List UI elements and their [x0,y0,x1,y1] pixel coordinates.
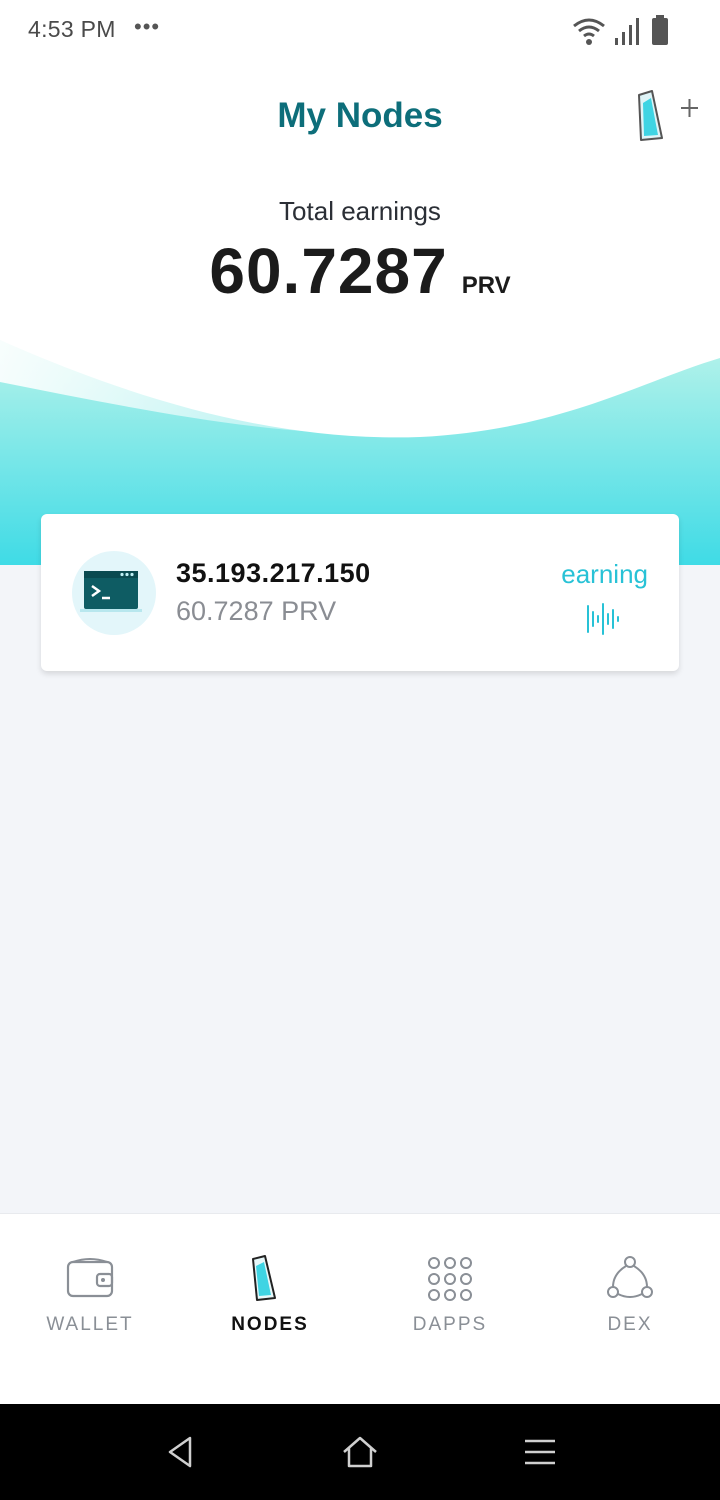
notification-dots: ••• [134,14,161,39]
back-icon[interactable] [156,1428,204,1476]
node-avatar [72,551,156,635]
add-node-button[interactable] [634,88,704,146]
add-node-icon [638,90,698,141]
home-icon[interactable] [336,1428,384,1476]
nav-nodes[interactable]: NODES [180,1214,360,1405]
status-time: 4:53 PM [28,16,116,42]
bottom-nav: WALLET NODES DAPPS DEX [0,1213,720,1405]
node-status: earning [561,559,648,589]
page-title: My Nodes [277,96,443,135]
node-icon [252,1255,276,1301]
status-bar: 4:53 PM ••• [0,0,720,62]
nav-wallet-label: WALLET [46,1314,134,1335]
total-earnings-label: Total earnings [279,196,441,226]
dapps-grid-icon [428,1257,472,1301]
earning-wave-icon [587,603,619,635]
nav-nodes-label: NODES [231,1314,309,1335]
terminal-icon [80,571,142,612]
status-icons [572,14,670,46]
header: My Nodes Total earnings 60.7287 PRV [0,62,720,565]
nav-dex-label: DEX [607,1314,653,1335]
signal-icon [615,18,639,45]
nav-dapps-label: DAPPS [412,1314,488,1335]
node-earnings: 60.7287 PRV [176,596,337,626]
menu-icon[interactable] [516,1428,564,1476]
nav-wallet[interactable]: WALLET [0,1214,180,1405]
nav-dapps[interactable]: DAPPS [360,1214,540,1405]
dex-icon [607,1256,653,1298]
node-ip-address: 35.193.217.150 [176,558,371,588]
battery-icon [652,15,668,45]
wallet-icon [66,1258,114,1298]
nav-dex[interactable]: DEX [540,1214,720,1405]
wifi-icon [573,18,605,45]
system-nav-bar [0,1404,720,1500]
node-card[interactable]: 35.193.217.150 60.7287 PRV earning [41,514,679,671]
